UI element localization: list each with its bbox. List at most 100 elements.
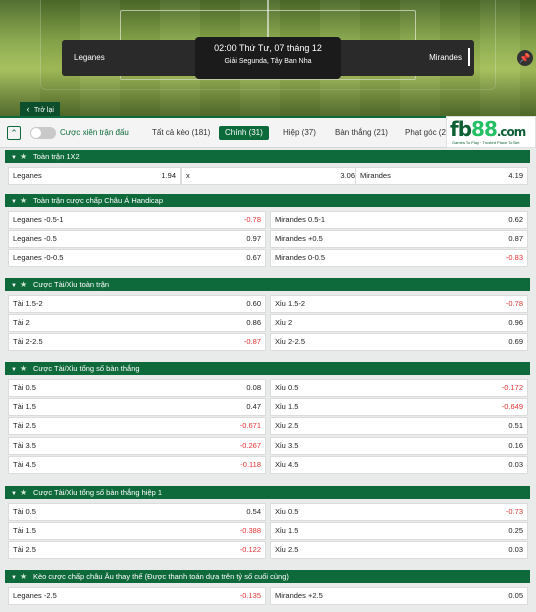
caret-down-icon: ▼: [11, 491, 17, 497]
handicap-line: 2.5: [25, 545, 36, 554]
market-header[interactable]: ▼ ★ Cược Tài/Xỉu tổng số bàn thắng hiệp 1: [5, 486, 530, 499]
selection-label: Mirandes: [275, 253, 306, 262]
star-icon[interactable]: ★: [20, 486, 30, 499]
tab-main[interactable]: Chính (31): [219, 126, 269, 140]
odds-value: -0.118: [240, 460, 261, 469]
odds-cell[interactable]: Tài 0.5 0.54: [8, 503, 266, 521]
market-title: Cược Tài/Xỉu tổng số bàn thắng: [33, 364, 140, 373]
odds-cell[interactable]: Tài 1.5-2 0.60: [8, 295, 266, 313]
handicap-line: 2: [25, 318, 30, 327]
away-team: Mirandes: [429, 53, 462, 62]
odds-row: Tài 1.5 0.47 Xỉu 1.5 -0.649: [8, 398, 528, 416]
tab-goals[interactable]: Bàn thắng (21): [329, 126, 394, 140]
odds-cell[interactable]: Tài 3.5 -0.267: [8, 437, 266, 455]
odds-cell[interactable]: Xỉu 1.5 -0.649: [270, 398, 528, 416]
handicap-line: 1.5-2: [287, 299, 306, 308]
handicap-line: 0.5: [287, 507, 299, 516]
market-header[interactable]: ▼ ★ Toàn trận cược chấp Châu Á Handicap: [5, 194, 530, 207]
handicap-line: 3.5: [287, 441, 299, 450]
odds-cell[interactable]: Tài 2.5 -0.671: [8, 417, 266, 435]
collapse-all-icon[interactable]: ⌃: [7, 126, 21, 140]
handicap-line: 2.5: [287, 545, 299, 554]
star-icon[interactable]: ★: [20, 194, 30, 207]
odds-row: Tài 2 0.86 Xỉu 2 0.96: [8, 314, 528, 332]
parlay-label: Cược xiên trận đấu: [60, 128, 129, 137]
odds-cell[interactable]: Tài 2 0.86: [8, 314, 266, 332]
star-icon[interactable]: ★: [20, 150, 30, 163]
odds-cell[interactable]: Leganes 1.94: [8, 167, 181, 185]
odds-cell[interactable]: Xỉu 0.5 -0.172: [270, 379, 528, 397]
odds-value: -0.83: [505, 253, 523, 262]
selection-label: Xỉu: [275, 421, 286, 430]
handicap-line: 2.5: [287, 421, 299, 430]
odds-cell[interactable]: Xỉu 2-2.5 0.69: [270, 333, 528, 351]
market-header[interactable]: ▼ ★ Cược Tài/Xỉu tổng số bàn thắng: [5, 362, 530, 375]
odds-cell[interactable]: Leganes -0-0.5 0.67: [8, 249, 266, 267]
odds-value: -0.135: [239, 591, 261, 600]
away-team-marker: [468, 48, 470, 66]
market-header[interactable]: ▼ ★ Cược Tài/Xỉu toàn trận: [5, 278, 530, 291]
odds-cell[interactable]: Leganes -0.5 0.97: [8, 230, 266, 248]
odds-cell[interactable]: Xỉu 1.5 0.25: [270, 522, 528, 540]
odds-cell[interactable]: Tài 1.5 0.47: [8, 398, 266, 416]
back-button[interactable]: ‹ Trở lại: [20, 102, 60, 116]
odds-cell[interactable]: Xỉu 2 0.96: [270, 314, 528, 332]
handicap-line: 0-0.5: [307, 253, 326, 262]
odds-value: -0.87: [243, 337, 261, 346]
odds-value: 0.16: [508, 441, 523, 450]
odds-cell[interactable]: Xỉu 2.5 0.03: [270, 541, 528, 559]
pin-icon[interactable]: 📌: [517, 50, 533, 66]
market-header[interactable]: ▼ ★ Toàn trận 1X2: [5, 150, 530, 163]
handicap-line: +2.5: [307, 591, 323, 600]
odds-cell[interactable]: Leganes -0.5-1 -0.78: [8, 211, 266, 229]
odds-value: 0.47: [246, 402, 261, 411]
odds-value: -0.671: [239, 421, 261, 430]
odds-cell[interactable]: Xỉu 0.5 -0.73: [270, 503, 528, 521]
odds-cell[interactable]: Mirandes 0.5-1 0.62: [270, 211, 528, 229]
selection-label: Mirandes: [275, 215, 306, 224]
odds-cell[interactable]: Xỉu 4.5 0.03: [270, 456, 528, 474]
star-icon[interactable]: ★: [20, 362, 30, 375]
tab-all[interactable]: Tất cả kèo (181): [146, 126, 216, 140]
selection-label: Xỉu: [275, 441, 286, 450]
odds-value: 4.19: [508, 171, 523, 180]
selection-label: x: [186, 171, 190, 180]
selection-label: Xỉu: [275, 545, 286, 554]
odds-cell[interactable]: Xỉu 2.5 0.51: [270, 417, 528, 435]
odds-cell[interactable]: Mirandes +0.5 0.87: [270, 230, 528, 248]
odds-cell[interactable]: Mirandes +2.5 0.05: [270, 587, 528, 605]
handicap-line: 2: [287, 318, 293, 327]
selection-label: Tài: [13, 526, 24, 535]
handicap-line: -0.5-1: [43, 215, 64, 224]
odds-cell[interactable]: x 3.06: [181, 167, 360, 185]
handicap-line: 1.5: [287, 402, 299, 411]
tab-half[interactable]: Hiệp (37): [277, 126, 322, 140]
odds-cell[interactable]: Tài 2-2.5 -0.87: [8, 333, 266, 351]
odds-value: 0.67: [246, 253, 261, 262]
selection-label: Mirandes: [275, 591, 306, 600]
odds-value: 0.60: [246, 299, 261, 308]
handicap-line: 0.5: [287, 383, 299, 392]
handicap-line: +0.5: [307, 234, 323, 243]
odds-cell[interactable]: Tài 4.5 -0.118: [8, 456, 266, 474]
odds-cell[interactable]: Tài 1.5 -0.388: [8, 522, 266, 540]
star-icon[interactable]: ★: [20, 570, 30, 583]
parlay-toggle[interactable]: [30, 127, 56, 139]
selection-label: Tài: [13, 507, 24, 516]
odds-cell[interactable]: Tài 0.5 0.08: [8, 379, 266, 397]
odds-cell[interactable]: Tài 2.5 -0.122: [8, 541, 266, 559]
star-icon[interactable]: ★: [20, 278, 30, 291]
odds-cell[interactable]: Mirandes 4.19: [355, 167, 528, 185]
market-header[interactable]: ▼ ★ Kèo cược chấp châu Âu thay thế (Được t…: [5, 570, 530, 583]
handicap-line: 1.5: [25, 402, 36, 411]
handicap-line: 0.5: [25, 383, 36, 392]
caret-down-icon: ▼: [11, 199, 17, 205]
odds-cell[interactable]: Mirandes 0-0.5 -0.83: [270, 249, 528, 267]
odds-value: 1.94: [161, 171, 176, 180]
odds-cell[interactable]: Leganes -2.5 -0.135: [8, 587, 266, 605]
selection-label: Leganes: [13, 215, 42, 224]
market-title: Toàn trận cược chấp Châu Á Handicap: [33, 196, 164, 205]
odds-cell[interactable]: Xỉu 1.5-2 -0.78: [270, 295, 528, 313]
selection-label: Mirandes: [360, 171, 391, 180]
odds-cell[interactable]: Xỉu 3.5 0.16: [270, 437, 528, 455]
